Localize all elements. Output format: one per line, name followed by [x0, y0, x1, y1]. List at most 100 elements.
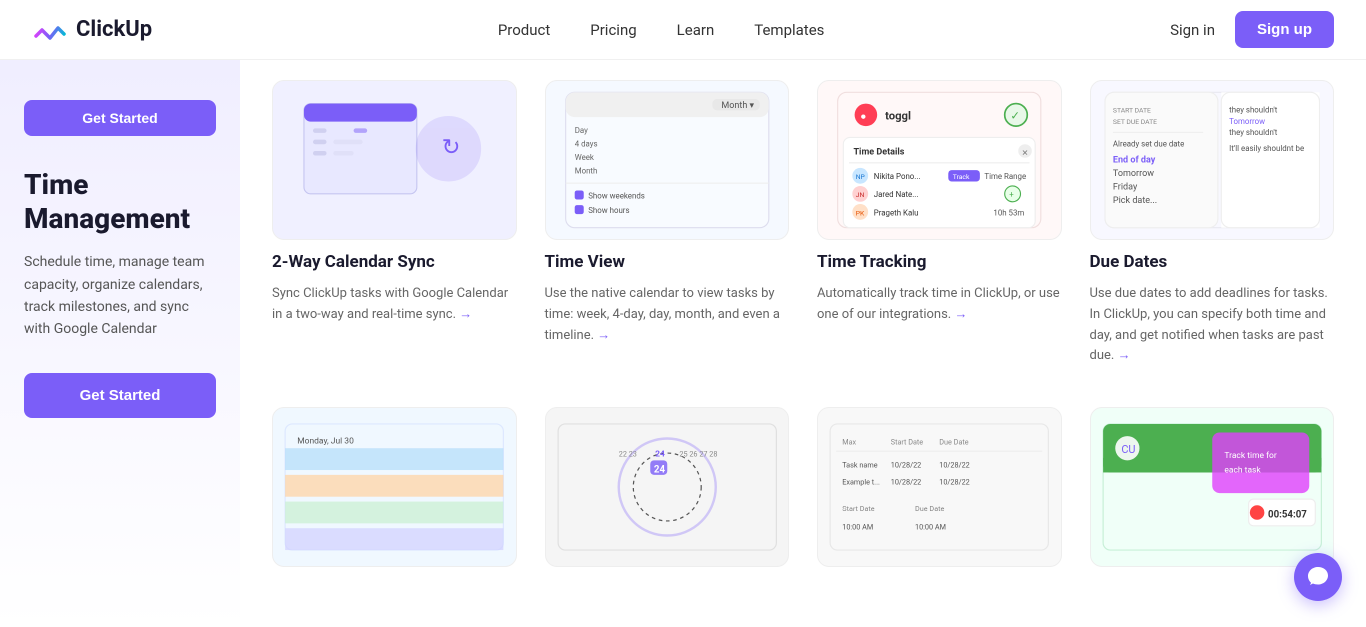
feature-desc-time-view: Use the native calendar to view tasks by… — [545, 284, 790, 346]
svg-text:Start Date: Start Date — [891, 438, 924, 447]
svg-text:Example t...: Example t... — [842, 478, 880, 487]
svg-text:Jared Nate...: Jared Nate... — [874, 190, 919, 199]
feature-card-time-view: Month ▾ Day 4 days Week Month Show weeke… — [545, 80, 790, 367]
svg-text:10/28/22: 10/28/22 — [939, 478, 970, 487]
feature-image-calendar-sync: ↻ — [272, 80, 517, 240]
svg-text:PK: PK — [856, 209, 865, 217]
svg-text:Task name: Task name — [842, 461, 877, 470]
svg-text:Month: Month — [574, 167, 597, 176]
nav-link-product[interactable]: Product — [498, 21, 550, 39]
feature-card-calendar-sync: ↻ 2-Way Calendar Sync Sync ClickUp tasks… — [272, 80, 517, 367]
svg-text:toggl: toggl — [885, 109, 911, 122]
svg-text:Month ▾: Month ▾ — [721, 101, 754, 111]
feature-title-calendar-sync: 2-Way Calendar Sync — [272, 252, 517, 272]
svg-text:10:00 AM: 10:00 AM — [842, 523, 873, 532]
svg-text:10h 53m: 10h 53m — [993, 208, 1024, 217]
svg-text:Track: Track — [953, 173, 970, 181]
nav-link-templates[interactable]: Templates — [754, 21, 824, 39]
feature-link-time-tracking[interactable]: → — [954, 307, 967, 322]
feature-desc-time-tracking: Automatically track time in ClickUp, or … — [817, 284, 1062, 326]
feature-card-due-dates: START DATE SET DUE DATE Already set due … — [1090, 80, 1335, 367]
svg-text:Nikita Pono...: Nikita Pono... — [874, 172, 921, 181]
svg-text:10/28/22: 10/28/22 — [939, 461, 970, 470]
chat-bubble[interactable] — [1294, 553, 1342, 601]
feature-link-calendar-sync[interactable]: → — [459, 307, 472, 322]
feature-desc-calendar-sync: Sync ClickUp tasks with Google Calendar … — [272, 284, 517, 326]
svg-text:Show hours: Show hours — [588, 206, 629, 215]
feature-image-time-view: Month ▾ Day 4 days Week Month Show weeke… — [545, 80, 790, 240]
signup-button[interactable]: Sign up — [1235, 11, 1334, 48]
sidebar: Get Started Time Management Schedule tim… — [0, 60, 240, 627]
feature-grid-row2: Monday, Jul 30 22 23 — [272, 407, 1334, 567]
feature-card-box4: CU Track time for each task 00:54:07 — [1090, 407, 1335, 567]
feature-title-time-view: Time View — [545, 252, 790, 272]
sidebar-title: Time Management — [24, 168, 216, 235]
svg-text:25 26 27 28: 25 26 27 28 — [679, 450, 717, 459]
chat-icon — [1306, 565, 1330, 589]
feature-card-box3: Max Start Date Due Date Task name Exampl… — [817, 407, 1062, 567]
feature-link-due-dates[interactable]: → — [1118, 348, 1131, 363]
svg-text:24: 24 — [653, 465, 665, 476]
svg-text:+: + — [1009, 190, 1014, 199]
svg-text:Show weekends: Show weekends — [588, 191, 645, 200]
svg-text:JN: JN — [856, 191, 865, 199]
svg-text:00:54:07: 00:54:07 — [1268, 510, 1307, 521]
svg-text:4 days: 4 days — [574, 139, 597, 148]
svg-text:10/28/22: 10/28/22 — [891, 478, 922, 487]
svg-text:Monday, Jul 30: Monday, Jul 30 — [297, 437, 354, 447]
svg-text:Tomorrow: Tomorrow — [1229, 117, 1265, 126]
svg-text:Due Date: Due Date — [915, 504, 945, 513]
svg-text:✕: ✕ — [1022, 148, 1029, 157]
feature-title-time-tracking: Time Tracking — [817, 252, 1062, 272]
feature-image-box3: Max Start Date Due Date Task name Exampl… — [817, 407, 1062, 567]
svg-text:Week: Week — [574, 153, 593, 162]
page-body: Get Started Time Management Schedule tim… — [0, 0, 1366, 627]
svg-text:Time Details: Time Details — [853, 147, 904, 157]
logo-text: ClickUp — [76, 17, 152, 42]
feature-card-box2: 22 23 24 25 26 27 28 24 — [545, 407, 790, 567]
nav-right: Sign in Sign up — [1170, 11, 1334, 48]
svg-text:End of day: End of day — [1112, 155, 1155, 165]
svg-text:Prageth Kalu: Prageth Kalu — [874, 208, 919, 217]
nav-links: Product Pricing Learn Templates — [498, 21, 825, 39]
svg-text:each task: each task — [1224, 466, 1261, 476]
svg-text:CU: CU — [1121, 443, 1135, 456]
svg-text:Track time for: Track time for — [1224, 451, 1277, 461]
feature-card-box1: Monday, Jul 30 — [272, 407, 517, 567]
clickup-logo-icon — [32, 12, 68, 48]
feature-image-due-dates: START DATE SET DUE DATE Already set due … — [1090, 80, 1335, 240]
feature-title-due-dates: Due Dates — [1090, 252, 1335, 272]
nav-link-pricing[interactable]: Pricing — [590, 21, 636, 39]
svg-text:Friday: Friday — [1112, 182, 1137, 192]
navbar: ClickUp Product Pricing Learn Templates … — [0, 0, 1366, 60]
svg-text:Day: Day — [574, 126, 587, 135]
feature-image-box4: CU Track time for each task 00:54:07 — [1090, 407, 1335, 567]
feature-card-time-tracking: ● toggl ✓ Time Details ✕ NP Nikita Po — [817, 80, 1062, 367]
svg-text:Start Date: Start Date — [842, 504, 875, 513]
nav-link-learn[interactable]: Learn — [677, 21, 715, 39]
svg-text:they shouldn't: they shouldn't — [1229, 106, 1278, 115]
svg-text:10/28/22: 10/28/22 — [891, 461, 922, 470]
feature-image-box1: Monday, Jul 30 — [272, 407, 517, 567]
sidebar-hero-button[interactable]: Get Started — [24, 100, 216, 136]
signin-link[interactable]: Sign in — [1170, 21, 1215, 39]
sidebar-desc: Schedule time, manage team capacity, org… — [24, 251, 216, 341]
feature-desc-due-dates: Use due dates to add deadlines for tasks… — [1090, 284, 1335, 367]
get-started-button[interactable]: Get Started — [24, 373, 216, 418]
svg-text:they shouldn't: they shouldn't — [1229, 128, 1278, 137]
svg-text:22 23: 22 23 — [618, 450, 636, 459]
logo[interactable]: ClickUp — [32, 12, 152, 48]
feature-grid-row1: ↻ 2-Way Calendar Sync Sync ClickUp tasks… — [272, 80, 1334, 367]
svg-text:✓: ✓ — [1010, 109, 1019, 122]
svg-text:↻: ↻ — [442, 133, 461, 160]
svg-text:Already set due date: Already set due date — [1112, 139, 1183, 148]
feature-link-time-view[interactable]: → — [597, 328, 610, 343]
svg-text:Tomorrow: Tomorrow — [1112, 169, 1153, 179]
svg-text:Pick date...: Pick date... — [1112, 196, 1156, 206]
svg-text:Max: Max — [842, 438, 856, 447]
main-content: ↻ 2-Way Calendar Sync Sync ClickUp tasks… — [240, 60, 1366, 627]
svg-text:Due Date: Due Date — [939, 438, 969, 447]
feature-image-box2: 22 23 24 25 26 27 28 24 — [545, 407, 790, 567]
svg-text:10:00 AM: 10:00 AM — [915, 523, 946, 532]
svg-text:Time Range: Time Range — [984, 172, 1026, 181]
